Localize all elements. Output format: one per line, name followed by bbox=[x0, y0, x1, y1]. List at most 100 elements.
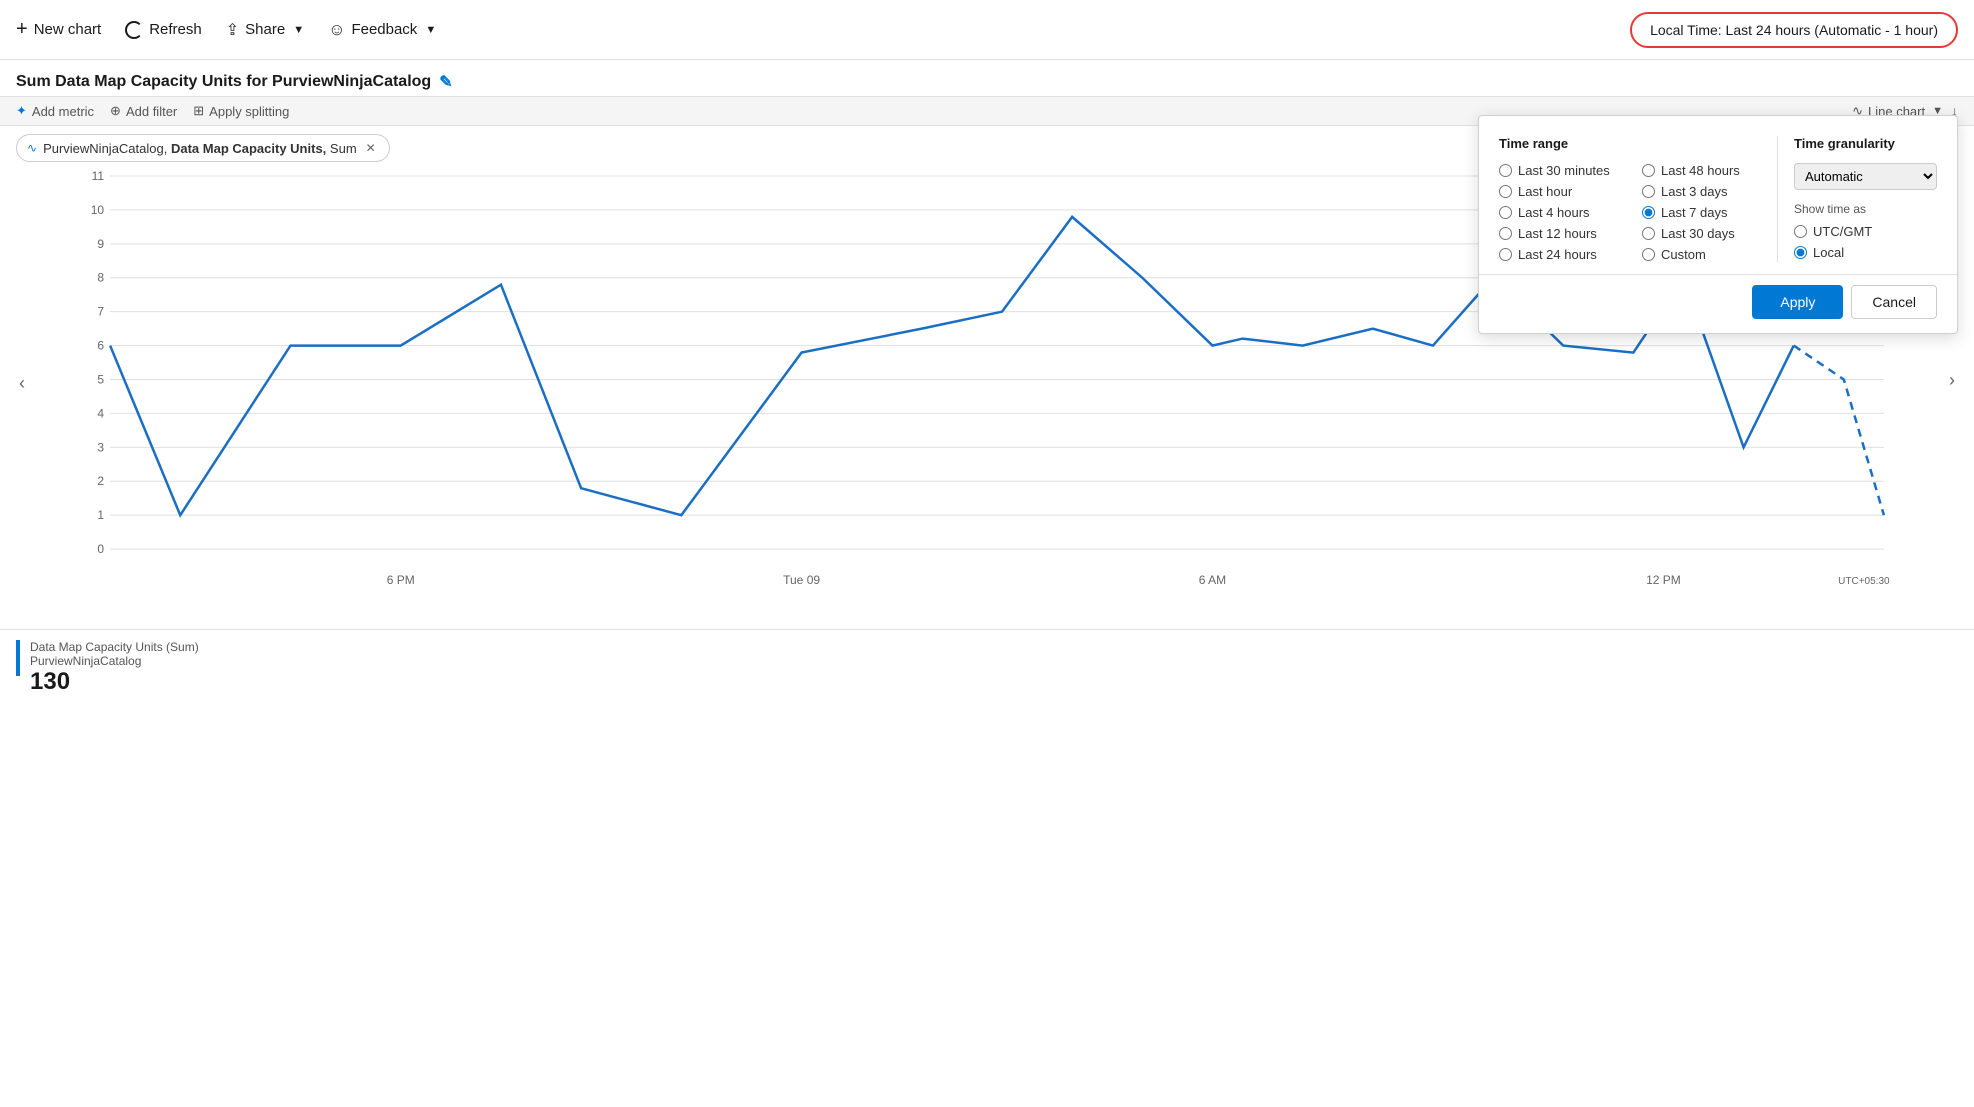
svg-text:7: 7 bbox=[97, 305, 104, 319]
svg-text:8: 8 bbox=[97, 271, 104, 285]
time-range-button[interactable]: Local Time: Last 24 hours (Automatic - 1… bbox=[1630, 12, 1958, 48]
svg-text:11: 11 bbox=[92, 170, 105, 183]
svg-text:1: 1 bbox=[97, 508, 104, 522]
option-7d[interactable]: Last 7 days bbox=[1642, 205, 1777, 220]
panel-inner: Time range Last 30 minutes Last 48 hours… bbox=[1479, 116, 1957, 274]
edit-icon[interactable]: ✎ bbox=[439, 72, 452, 92]
filter-icon: ⊕ bbox=[110, 103, 121, 119]
main-content: ‹ › Sum Data Map Capacity Units for Purv… bbox=[0, 60, 1974, 706]
top-bar-left: + New chart Refresh ⇪ Share ▼ ☺ Feedback… bbox=[16, 18, 436, 41]
metric-tag-text: PurviewNinjaCatalog, Data Map Capacity U… bbox=[43, 141, 357, 156]
feedback-button[interactable]: ☺ Feedback ▼ bbox=[328, 20, 436, 40]
option-custom[interactable]: Custom bbox=[1642, 247, 1777, 262]
option-30d-label: Last 30 days bbox=[1661, 226, 1735, 241]
option-24h[interactable]: Last 24 hours bbox=[1499, 247, 1634, 262]
svg-text:Tue 09: Tue 09 bbox=[783, 573, 820, 587]
legend-text: Data Map Capacity Units (Sum) PurviewNin… bbox=[30, 640, 199, 696]
utc-label: UTC/GMT bbox=[1813, 224, 1872, 239]
option-1h-label: Last hour bbox=[1518, 184, 1572, 199]
svg-text:6 PM: 6 PM bbox=[387, 573, 415, 587]
refresh-icon bbox=[125, 21, 143, 39]
legend-color-bar bbox=[16, 640, 20, 676]
cancel-button[interactable]: Cancel bbox=[1851, 285, 1937, 319]
show-time-label: Show time as bbox=[1794, 202, 1937, 216]
option-7d-label: Last 7 days bbox=[1661, 205, 1728, 220]
time-range-label: Local Time: Last 24 hours (Automatic - 1… bbox=[1650, 22, 1938, 38]
option-24h-label: Last 24 hours bbox=[1518, 247, 1597, 262]
metric-tag-icon: ∿ bbox=[27, 141, 37, 155]
apply-splitting-label: Apply splitting bbox=[209, 104, 289, 119]
legend-title: Data Map Capacity Units (Sum) bbox=[30, 640, 199, 654]
legend-subtitle: PurviewNinjaCatalog bbox=[30, 654, 199, 668]
refresh-label: Refresh bbox=[149, 21, 202, 38]
option-48h-label: Last 48 hours bbox=[1661, 163, 1740, 178]
svg-text:9: 9 bbox=[97, 237, 104, 251]
apply-splitting-button[interactable]: ⊞ Apply splitting bbox=[193, 103, 289, 119]
option-30d[interactable]: Last 30 days bbox=[1642, 226, 1777, 241]
add-filter-button[interactable]: ⊕ Add filter bbox=[110, 103, 177, 119]
granularity-select[interactable]: Automatic 1 minute 5 minutes 15 minutes … bbox=[1794, 163, 1937, 190]
plus-icon: + bbox=[16, 18, 28, 41]
option-4h[interactable]: Last 4 hours bbox=[1499, 205, 1634, 220]
svg-text:2: 2 bbox=[97, 474, 104, 488]
add-metric-icon: ✦ bbox=[16, 103, 27, 119]
local-label: Local bbox=[1813, 245, 1844, 260]
top-bar: + New chart Refresh ⇪ Share ▼ ☺ Feedback… bbox=[0, 0, 1974, 60]
share-button[interactable]: ⇪ Share ▼ bbox=[226, 20, 304, 40]
metric-suffix: Sum bbox=[330, 141, 357, 156]
option-48h[interactable]: Last 48 hours bbox=[1642, 163, 1777, 178]
time-granularity-section: Time granularity Automatic 1 minute 5 mi… bbox=[1777, 136, 1937, 262]
svg-text:5: 5 bbox=[97, 373, 104, 387]
option-1h[interactable]: Last hour bbox=[1499, 184, 1634, 199]
metric-tag-close-button[interactable]: ✕ bbox=[363, 140, 379, 156]
share-caret-icon: ▼ bbox=[293, 24, 304, 36]
new-chart-label: New chart bbox=[34, 21, 102, 38]
chart-title-bar: Sum Data Map Capacity Units for PurviewN… bbox=[0, 60, 1974, 96]
option-custom-label: Custom bbox=[1661, 247, 1706, 262]
metric-prefix: PurviewNinjaCatalog, bbox=[43, 141, 167, 156]
feedback-icon: ☺ bbox=[328, 20, 345, 40]
share-label: Share bbox=[245, 21, 285, 38]
time-range-title: Time range bbox=[1499, 136, 1777, 151]
svg-text:4: 4 bbox=[97, 406, 104, 420]
option-4h-label: Last 4 hours bbox=[1518, 205, 1590, 220]
new-chart-button[interactable]: + New chart bbox=[16, 18, 101, 41]
option-30m[interactable]: Last 30 minutes bbox=[1499, 163, 1634, 178]
metric-tag: ∿ PurviewNinjaCatalog, Data Map Capacity… bbox=[16, 134, 390, 162]
option-3d-label: Last 3 days bbox=[1661, 184, 1728, 199]
svg-text:10: 10 bbox=[91, 203, 105, 217]
granularity-title: Time granularity bbox=[1794, 136, 1937, 151]
option-12h-label: Last 12 hours bbox=[1518, 226, 1597, 241]
option-local[interactable]: Local bbox=[1794, 245, 1937, 260]
nav-arrow-right[interactable]: › bbox=[1938, 366, 1966, 394]
svg-text:6 AM: 6 AM bbox=[1199, 573, 1226, 587]
add-metric-label: Add metric bbox=[32, 104, 94, 119]
feedback-label: Feedback bbox=[351, 21, 417, 38]
svg-text:0: 0 bbox=[97, 542, 104, 556]
time-range-panel: Time range Last 30 minutes Last 48 hours… bbox=[1478, 115, 1958, 334]
svg-text:3: 3 bbox=[97, 440, 104, 454]
add-metric-button[interactable]: ✦ Add metric bbox=[16, 103, 94, 119]
share-icon: ⇪ bbox=[226, 20, 239, 40]
chart-legend: Data Map Capacity Units (Sum) PurviewNin… bbox=[0, 630, 1974, 706]
add-filter-label: Add filter bbox=[126, 104, 177, 119]
chart-toolbar-left: ✦ Add metric ⊕ Add filter ⊞ Apply splitt… bbox=[16, 103, 289, 119]
option-12h[interactable]: Last 12 hours bbox=[1499, 226, 1634, 241]
svg-text:UTC+05:30: UTC+05:30 bbox=[1838, 576, 1890, 587]
feedback-caret-icon: ▼ bbox=[425, 24, 436, 36]
svg-text:12 PM: 12 PM bbox=[1646, 573, 1681, 587]
refresh-button[interactable]: Refresh bbox=[125, 21, 202, 39]
chart-title: Sum Data Map Capacity Units for PurviewN… bbox=[16, 73, 431, 91]
svg-text:6: 6 bbox=[97, 339, 104, 353]
apply-button[interactable]: Apply bbox=[1752, 285, 1843, 319]
time-range-section: Time range Last 30 minutes Last 48 hours… bbox=[1499, 136, 1777, 262]
option-utc[interactable]: UTC/GMT bbox=[1794, 224, 1937, 239]
time-range-options: Last 30 minutes Last 48 hours Last hour … bbox=[1499, 163, 1777, 262]
show-time-options: UTC/GMT Local bbox=[1794, 224, 1937, 260]
nav-arrow-left[interactable]: ‹ bbox=[8, 369, 36, 397]
splitting-icon: ⊞ bbox=[193, 103, 204, 119]
legend-value: 130 bbox=[30, 668, 199, 696]
option-3d[interactable]: Last 3 days bbox=[1642, 184, 1777, 199]
panel-actions: Apply Cancel bbox=[1479, 274, 1957, 333]
metric-bold: Data Map Capacity Units, bbox=[171, 141, 326, 156]
